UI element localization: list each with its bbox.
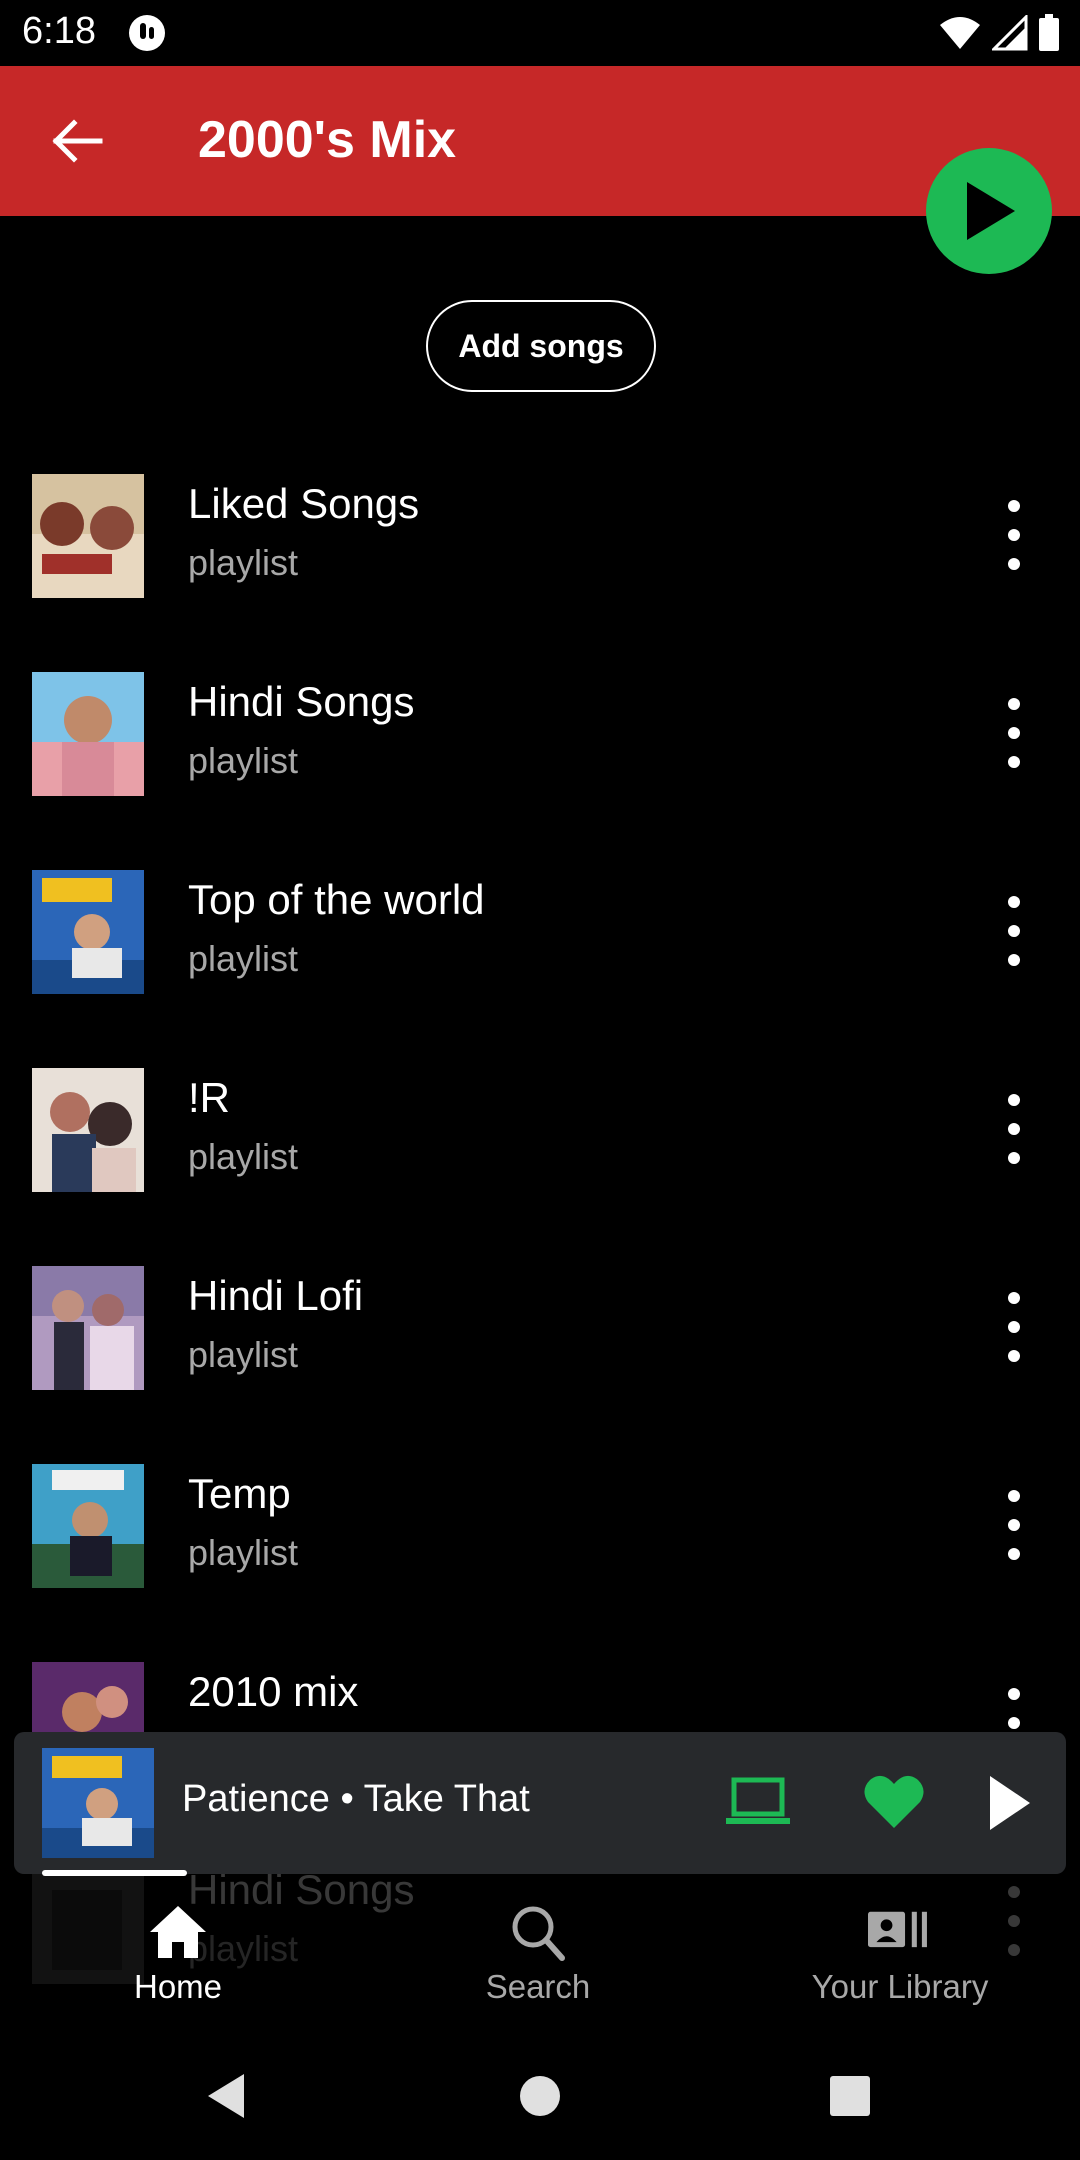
playlist-subtitle: playlist [188, 1136, 299, 1177]
app-notification-icon [129, 15, 165, 51]
signal-icon [992, 15, 1028, 51]
now-playing-artwork [42, 1748, 154, 1858]
playlist-artwork [32, 870, 144, 994]
playlist-artwork [32, 1068, 144, 1192]
playlist-subtitle: playlist [188, 542, 299, 583]
playlist-subtitle: playlist [188, 1334, 299, 1375]
play-all-button[interactable] [926, 148, 1052, 274]
more-options-button[interactable] [994, 698, 1034, 768]
playlist-title: !R [188, 1074, 230, 1121]
wifi-icon [940, 17, 980, 49]
like-button[interactable] [862, 1772, 926, 1832]
playlist-subtitle: playlist [188, 740, 299, 781]
play-icon [967, 182, 1015, 240]
mini-play-button[interactable] [976, 1768, 1040, 1838]
more-options-button[interactable] [994, 500, 1034, 570]
now-playing-track: Patience • Take That [182, 1778, 530, 1820]
back-button[interactable] [36, 106, 116, 176]
heart-icon [864, 1775, 924, 1828]
library-icon [868, 1911, 927, 1948]
add-songs-button[interactable]: Add songs [426, 300, 656, 392]
battery-icon [1039, 14, 1059, 51]
mini-player[interactable]: Patience • Take That [14, 1732, 1066, 1876]
list-item[interactable]: Temp playlist [0, 1464, 1080, 1662]
more-options-button[interactable] [994, 1094, 1034, 1164]
playback-progress [42, 1870, 1042, 1876]
play-icon [990, 1776, 1030, 1830]
laptop-icon [726, 1777, 790, 1824]
tab-search[interactable]: Search [418, 1902, 658, 2012]
playback-progress-fill [42, 1870, 187, 1876]
more-options-button[interactable] [994, 1292, 1034, 1362]
page-title: 2000's Mix [198, 111, 457, 169]
tab-library-label: Your Library [811, 1968, 989, 2005]
playlist-artwork [32, 672, 144, 796]
playlist-title: Hindi Lofi [188, 1272, 364, 1319]
playlist-artwork [32, 1266, 144, 1390]
more-options-button[interactable] [994, 896, 1034, 966]
list-item[interactable]: Liked Songs playlist [0, 474, 1080, 672]
playlist-title: Top of the world [188, 876, 485, 923]
tab-library[interactable]: Your Library [780, 1902, 1020, 2012]
system-back-icon[interactable] [196, 2064, 260, 2128]
more-options-button[interactable] [994, 1490, 1034, 1560]
playlist-artwork [32, 1464, 144, 1588]
tab-home[interactable]: Home [58, 1902, 298, 2012]
playlist-title: Hindi Songs [188, 678, 415, 725]
tab-home-label: Home [133, 1968, 223, 2005]
list-item[interactable]: Hindi Lofi playlist [0, 1266, 1080, 1464]
bottom-nav: Home Search Your Library [0, 1876, 1080, 2026]
status-bar: 6:18 [0, 0, 1080, 66]
arrow-left-icon [52, 119, 103, 163]
playlist-subtitle: playlist [188, 1532, 299, 1573]
home-icon [150, 1906, 206, 1958]
playlist-subtitle: playlist [188, 938, 299, 979]
search-icon [512, 1906, 565, 1961]
list-item[interactable]: Hindi Songs playlist [0, 672, 1080, 870]
list-item[interactable]: !R playlist [0, 1068, 1080, 1266]
playlist-title: Temp [188, 1470, 291, 1517]
tab-search-label: Search [485, 1968, 591, 2005]
playlist-title: 2010 mix [188, 1668, 359, 1715]
app-header: 2000's Mix [0, 66, 1080, 216]
system-nav-bar [0, 2026, 1080, 2160]
connect-device-button[interactable] [726, 1772, 790, 1832]
playlist-artwork [32, 474, 144, 598]
status-icons [938, 14, 1060, 52]
system-home-icon[interactable] [508, 2064, 572, 2128]
status-time: 6:18 [22, 10, 96, 52]
playlist-title: Liked Songs [188, 480, 420, 527]
list-item[interactable]: Top of the world playlist [0, 870, 1080, 1068]
system-recents-icon[interactable] [818, 2064, 882, 2128]
